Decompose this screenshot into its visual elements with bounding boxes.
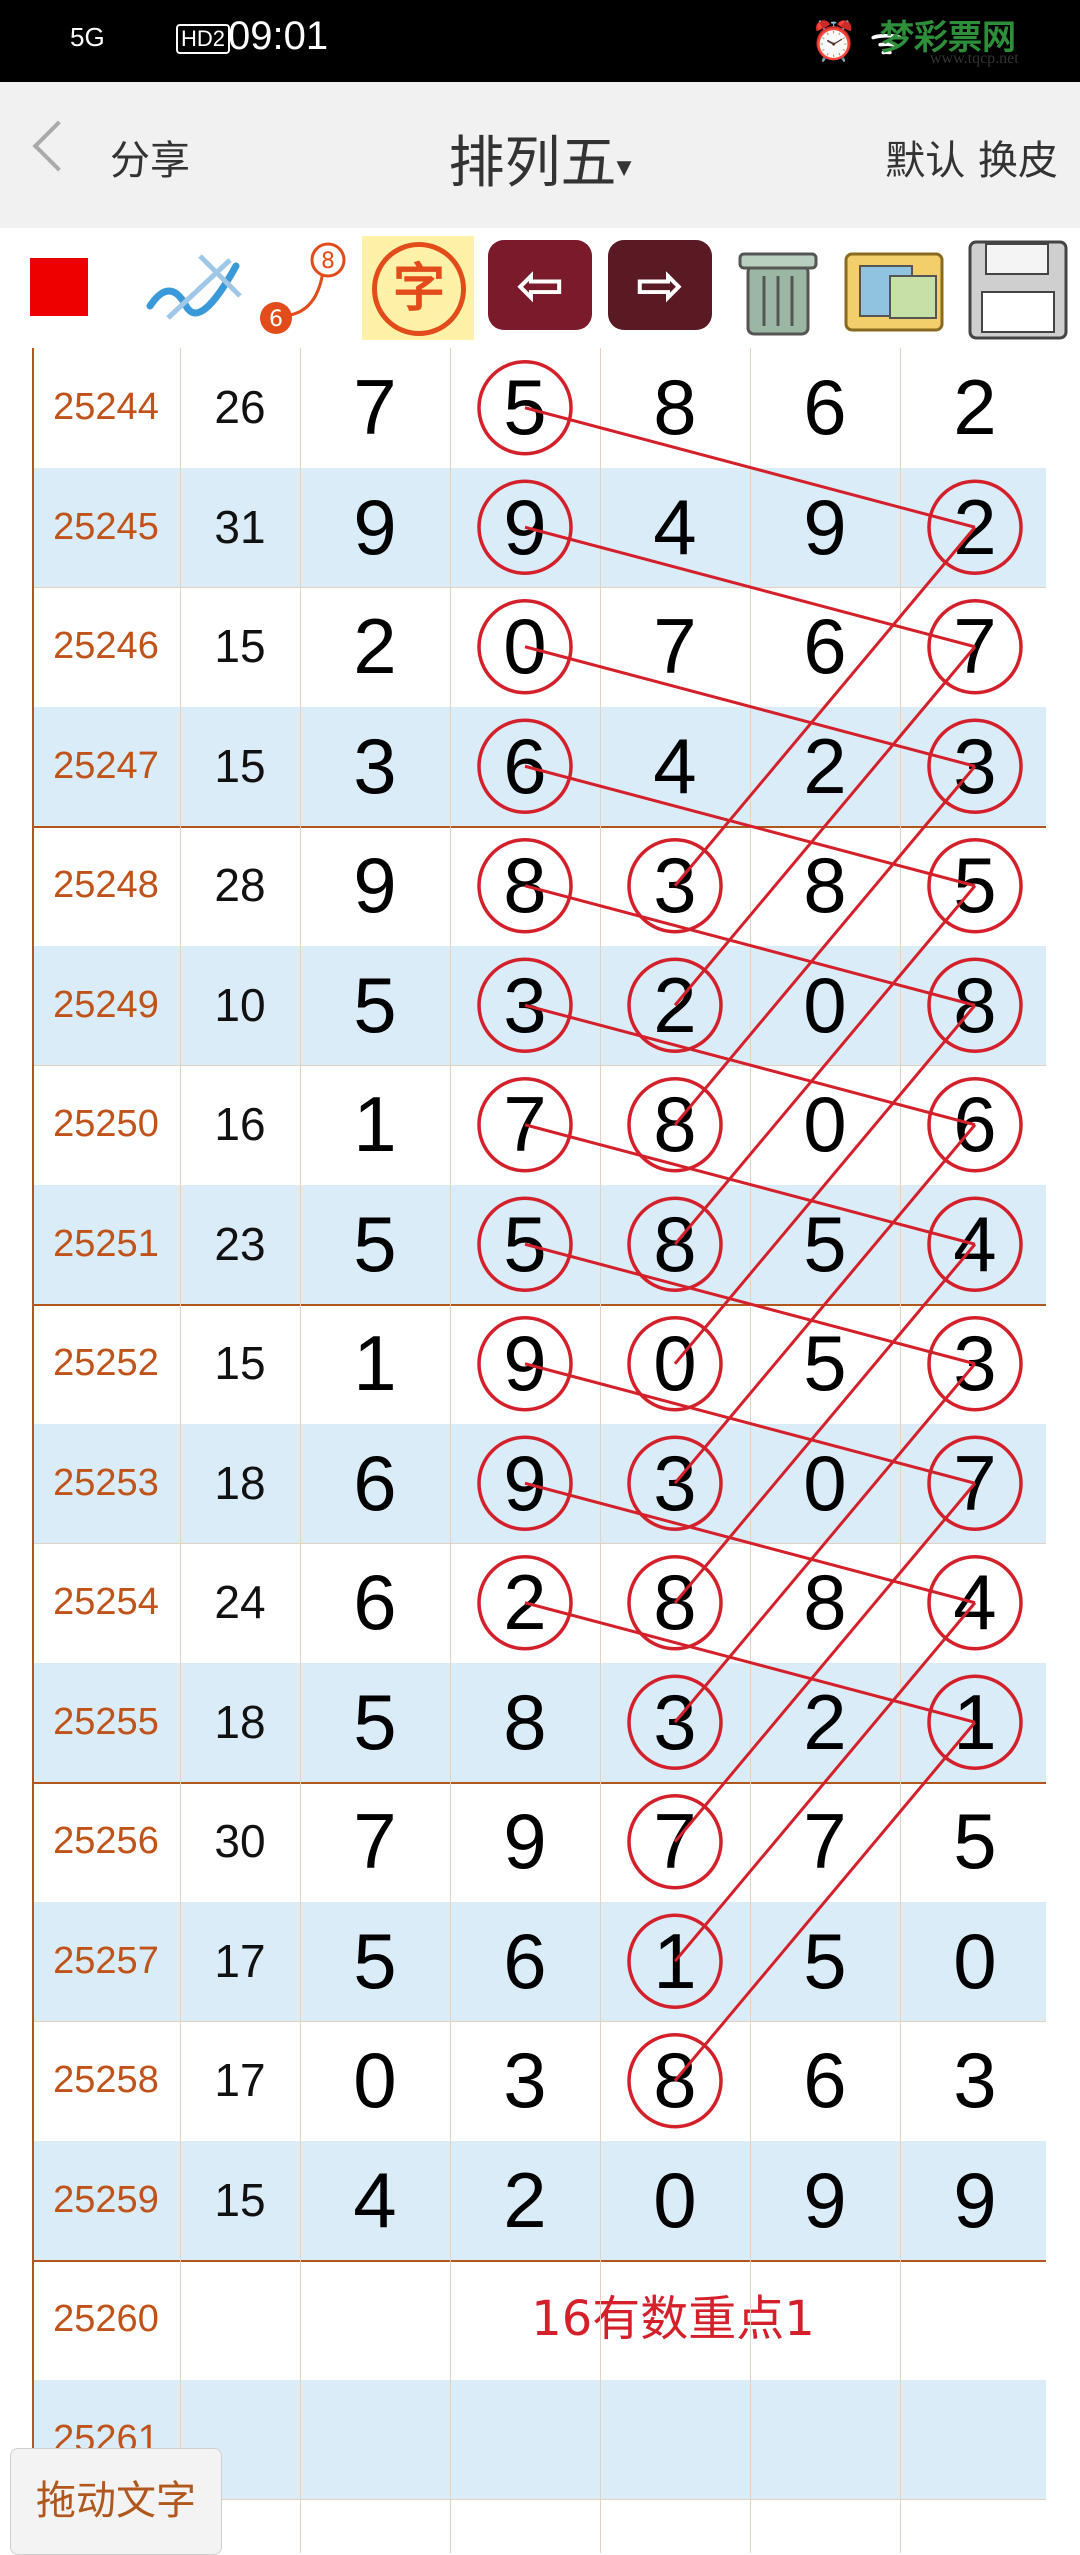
watermark-url: www.tqcp.net — [930, 50, 1019, 67]
connector-line — [673, 1123, 977, 1485]
connector-line — [524, 1481, 976, 1605]
status-bar: 5G HD2 09:01 ⏰ ᯤ 梦彩票网 www.tqcp.net — [0, 0, 1080, 82]
redo-arrow-icon[interactable]: ⇨ — [608, 240, 712, 330]
dots-top-label: 8 — [321, 249, 335, 274]
connector-line — [524, 525, 976, 649]
connector-line — [673, 1004, 977, 1365]
connector-line — [524, 884, 976, 1007]
connector-line — [524, 1123, 976, 1246]
connector-line — [673, 1601, 977, 1963]
connector-line — [524, 645, 976, 768]
dropdown-caret-icon: ▾ — [616, 149, 632, 185]
image-gallery-icon[interactable] — [838, 236, 950, 340]
drag-text-button[interactable]: 拖动文字 — [10, 2448, 222, 2555]
connector-line — [524, 1601, 976, 1724]
connector-line — [673, 765, 977, 1126]
connector-line — [673, 1362, 977, 1724]
drawing-overlay — [477, 360, 1023, 2129]
connector-line — [524, 406, 976, 529]
text-tool-label: 字 — [372, 242, 466, 336]
undo-arrow-icon[interactable]: ⇦ — [488, 240, 592, 330]
hd-voice-icon: HD2 — [176, 24, 231, 54]
trash-icon[interactable] — [722, 236, 834, 340]
title-text: 排列五 — [448, 131, 617, 196]
skin-menu[interactable]: 默认 换皮 — [885, 128, 1058, 186]
connector-line — [524, 764, 976, 888]
color-picker-button[interactable] — [30, 258, 88, 316]
connector-line — [673, 1721, 977, 2082]
connector-line — [673, 1482, 977, 1843]
text-tool-button[interactable]: 字 — [362, 236, 474, 340]
connector-line — [673, 645, 977, 1007]
status-time: 09:01 — [228, 14, 329, 58]
dots-bottom-label: 6 — [269, 307, 283, 332]
connector-line — [524, 1003, 976, 1127]
toolbar: 8 6 字 ⇦ ⇨ — [0, 228, 1080, 348]
pen-tool-icon[interactable] — [140, 236, 252, 340]
save-disk-icon[interactable] — [962, 236, 1074, 340]
nav-bar: 分享 排列五▾ 默认 换皮 — [0, 82, 1080, 228]
connector-line — [524, 1242, 976, 1366]
signal-icon: 5G — [70, 22, 105, 52]
connector-line — [673, 884, 977, 1246]
connector-line — [673, 1243, 977, 1604]
connector-line — [524, 1362, 976, 1485]
connector-line — [673, 526, 977, 887]
connect-dots-icon[interactable]: 8 6 — [250, 236, 362, 340]
